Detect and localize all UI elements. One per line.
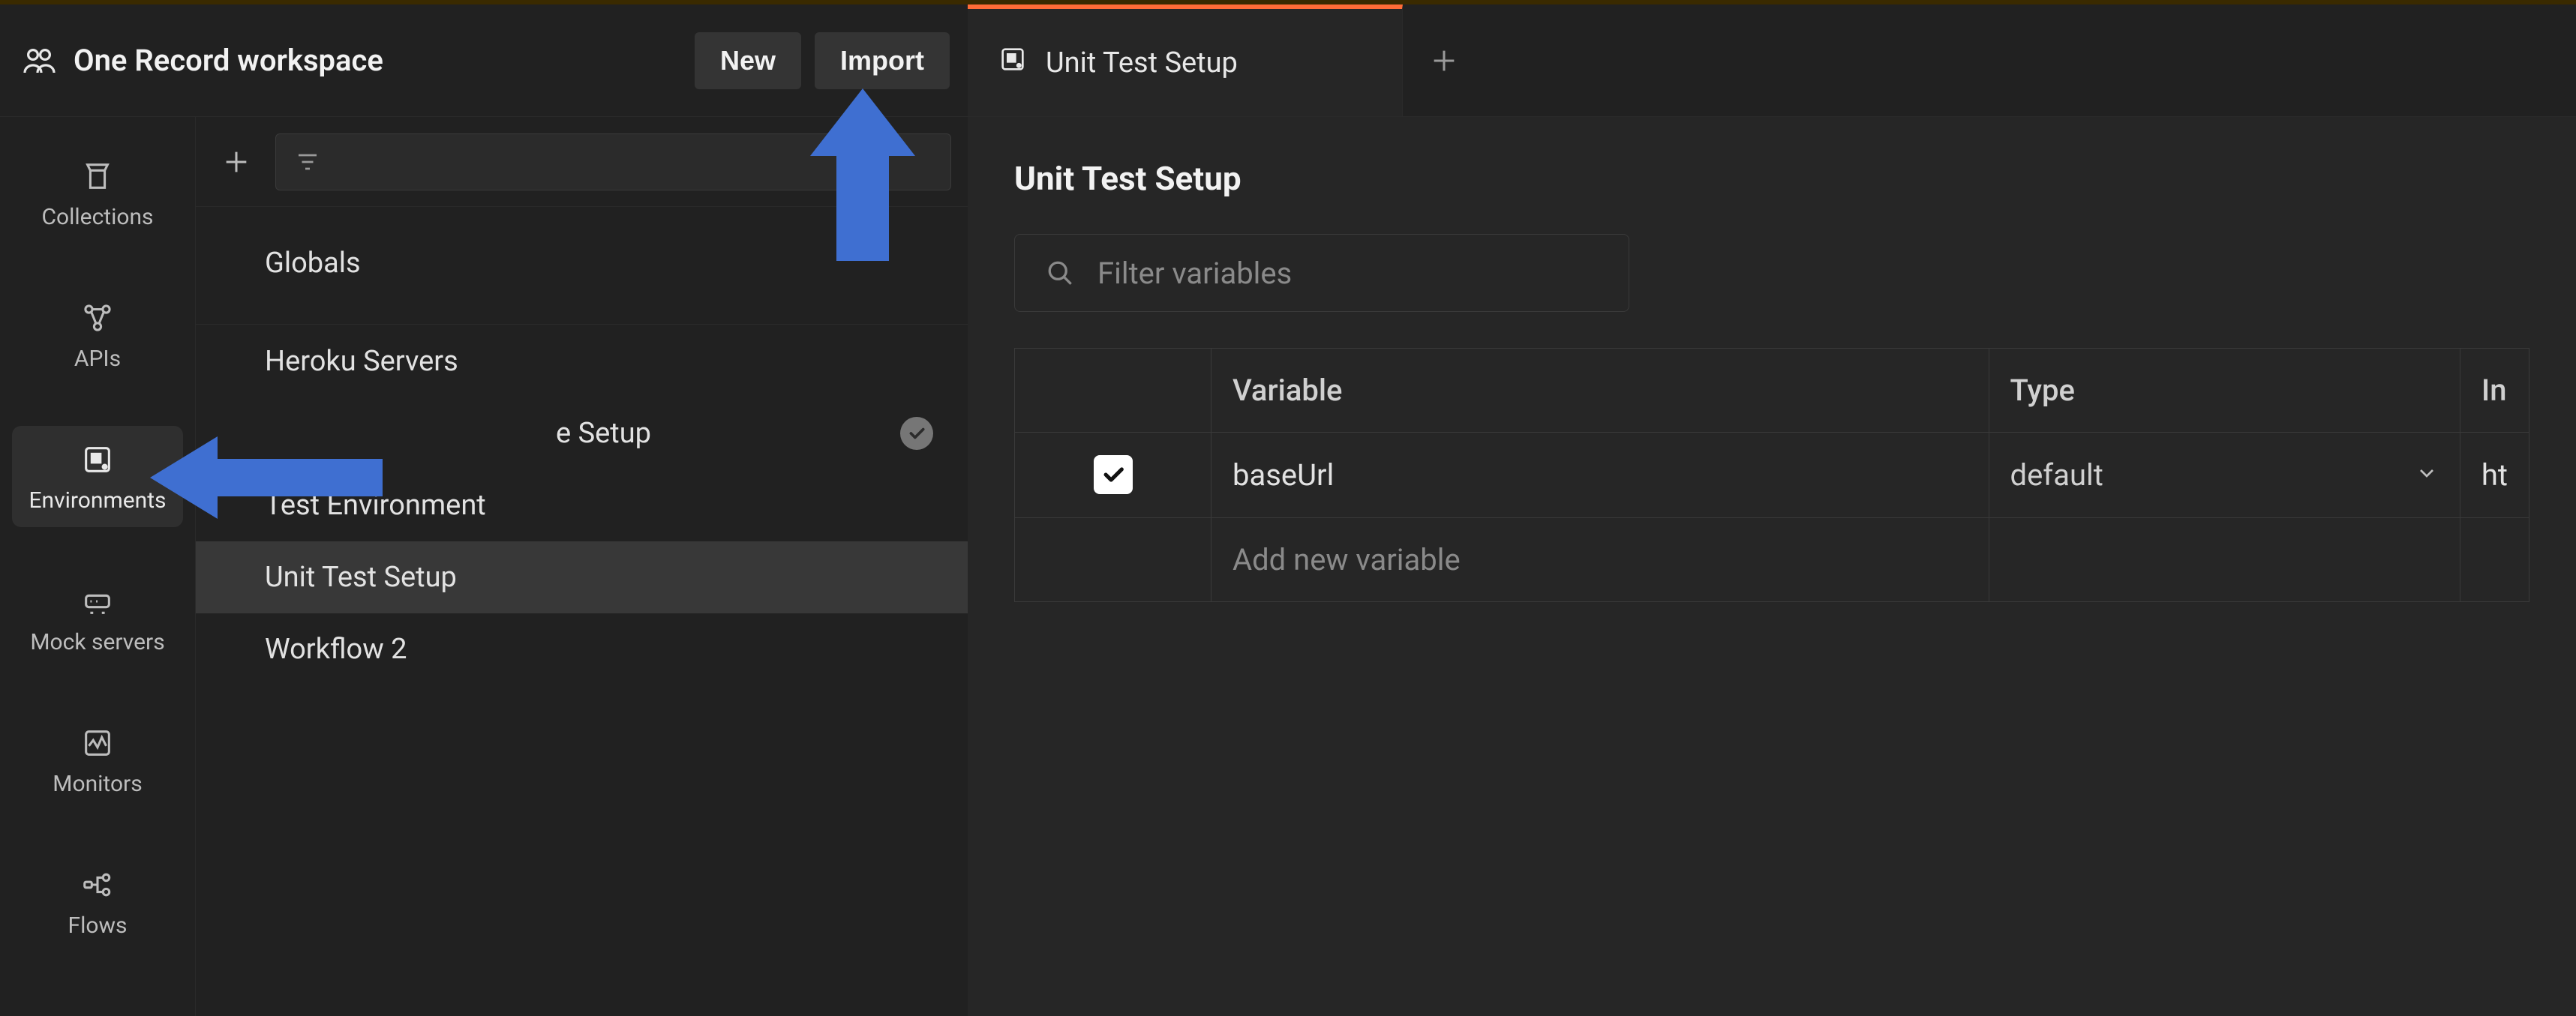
new-tab-button[interactable] (1403, 4, 1485, 116)
people-icon (21, 43, 57, 79)
rail-item-collections[interactable]: Collections (12, 142, 183, 244)
table-row[interactable]: baseUrl default ht (1015, 433, 2529, 518)
environments-panel: Globals Heroku Servers e Setup Test Envi… (195, 117, 968, 1016)
env-globals[interactable]: Globals (196, 207, 968, 319)
tab-environment[interactable]: Unit Test Setup (968, 4, 1403, 116)
env-item-label: Test Environment (265, 489, 486, 522)
add-variable-placeholder[interactable]: Add new variable (1211, 518, 1989, 602)
env-item-label: Unit Test Setup (265, 561, 457, 594)
rail-label: APIs (74, 346, 121, 372)
env-group-label: Heroku Servers (265, 345, 458, 378)
filter-variables-input[interactable]: Filter variables (1014, 234, 1629, 312)
rail-label: Environments (29, 487, 166, 514)
variables-table: Variable Type In baseUrl (1014, 348, 2529, 602)
env-item[interactable]: Workflow 2 (196, 613, 968, 685)
workspace-name[interactable]: One Record workspace (74, 43, 383, 78)
import-button[interactable]: Import (815, 32, 950, 89)
cell-initial[interactable]: ht (2460, 433, 2529, 518)
rail-item-mock-servers[interactable]: Mock servers (12, 568, 183, 669)
nav-rail: Collections APIs Environments Mock serve… (0, 117, 195, 1016)
filter-environments-input[interactable] (275, 133, 951, 190)
tab-label: Unit Test Setup (1046, 46, 1238, 79)
page-title: Unit Test Setup (1014, 159, 2529, 198)
row-enabled-checkbox[interactable] (1094, 455, 1133, 494)
rail-label: Mock servers (30, 629, 164, 655)
env-item[interactable]: Test Environment (196, 469, 968, 541)
search-icon (1043, 256, 1076, 289)
new-button[interactable]: New (695, 32, 801, 89)
workspace-header: One Record workspace New Import (0, 4, 968, 117)
table-row-add[interactable]: Add new variable (1015, 518, 2529, 602)
env-icon (998, 44, 1028, 82)
env-globals-label: Globals (265, 247, 361, 280)
col-type: Type (1989, 349, 2460, 433)
env-item-label: Workflow 2 (265, 633, 407, 666)
col-variable: Variable (1211, 349, 1989, 433)
filter-variables-placeholder: Filter variables (1097, 256, 1292, 291)
rail-label: Flows (68, 913, 127, 939)
col-initial: In (2460, 349, 2529, 433)
rail-item-monitors[interactable]: Monitors (12, 709, 183, 811)
rail-label: Collections (41, 204, 153, 230)
rail-label: Monitors (53, 771, 142, 797)
env-item-label: e Setup (556, 417, 651, 450)
cell-variable[interactable]: baseUrl (1211, 433, 1989, 518)
cell-type[interactable]: default (1989, 433, 2460, 518)
rail-item-flows[interactable]: Flows (12, 851, 183, 952)
chevron-down-icon (2415, 457, 2439, 493)
create-environment-button[interactable] (212, 138, 260, 186)
env-item[interactable]: Unit Test Setup (196, 541, 968, 613)
rail-item-apis[interactable]: APIs (12, 284, 183, 385)
table-header-row: Variable Type In (1015, 349, 2529, 433)
active-env-check-icon (900, 417, 933, 450)
cell-type-value: default (2010, 457, 2103, 493)
env-item[interactable]: e Setup (196, 397, 968, 469)
env-group-header[interactable]: Heroku Servers (196, 324, 968, 397)
tab-bar: Unit Test Setup (968, 4, 2576, 117)
rail-item-environments[interactable]: Environments (12, 426, 183, 527)
